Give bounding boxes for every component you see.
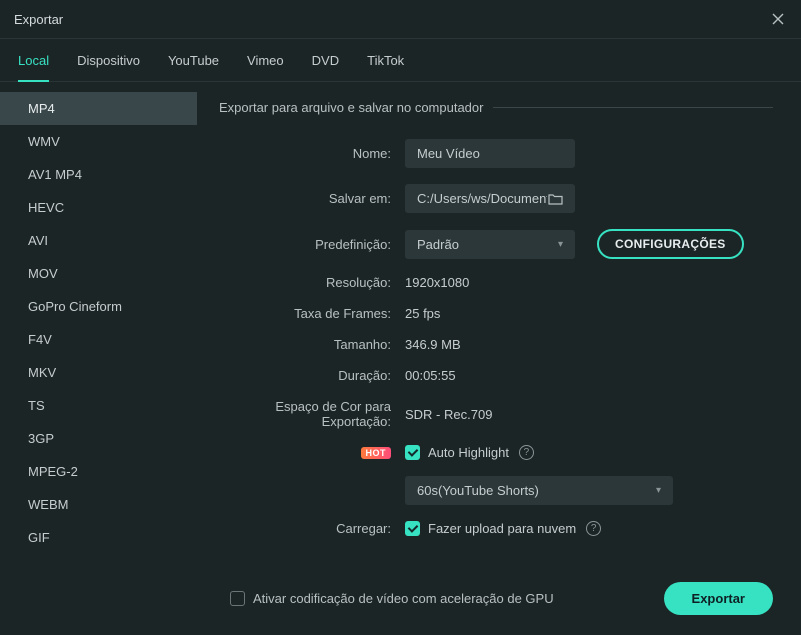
upload-label: Carregar: [219,521,405,536]
fps-value: 25 fps [405,306,440,321]
auto-highlight-select[interactable]: 60s(YouTube Shorts) ▾ [405,476,673,505]
format-item-gif[interactable]: GIF [0,521,197,554]
format-item-avi[interactable]: AVI [0,224,197,257]
format-item-mov[interactable]: MOV [0,257,197,290]
preset-select[interactable]: Padrão ▾ [405,230,575,259]
row-auto-highlight: HOT Auto Highlight ? [219,445,773,460]
upload-checkbox[interactable] [405,521,420,536]
gpu-toggle-row[interactable]: Ativar codificação de vídeo com aceleraç… [230,591,554,606]
save-label: Salvar em: [219,191,405,206]
format-item-mp3[interactable]: MP3 [0,554,197,566]
save-path-input[interactable]: C:/Users/ws/Documents [405,184,575,213]
auto-highlight-label: Auto Highlight [428,445,509,460]
gpu-label: Ativar codificação de vídeo com aceleraç… [253,591,554,606]
format-item-av1mp4[interactable]: AV1 MP4 [0,158,197,191]
close-icon[interactable] [769,10,787,28]
resolution-value: 1920x1080 [405,275,469,290]
duration-value: 00:05:55 [405,368,456,383]
gpu-checkbox[interactable] [230,591,245,606]
save-path-value: C:/Users/ws/Documents [417,191,547,206]
chevron-down-icon: ▾ [656,485,661,496]
format-item-mp4[interactable]: MP4 [0,92,197,125]
format-sidebar: MP4 WMV AV1 MP4 HEVC AVI MOV GoPro Cinef… [0,82,197,566]
footer: Ativar codificação de vídeo com aceleraç… [0,566,801,635]
row-save: Salvar em: C:/Users/ws/Documents [219,184,773,213]
row-duration: Duração: 00:05:55 [219,368,773,383]
row-auto-highlight-option: 60s(YouTube Shorts) ▾ [219,476,773,505]
chevron-down-icon: ▾ [558,239,563,250]
tab-tiktok[interactable]: TikTok [367,53,404,81]
dialog-body: MP4 WMV AV1 MP4 HEVC AVI MOV GoPro Cinef… [0,82,801,566]
titlebar: Exportar [0,0,801,39]
tabs: Local Dispositivo YouTube Vimeo DVD TikT… [0,39,801,82]
tab-dispositivo[interactable]: Dispositivo [77,53,140,81]
name-input[interactable]: Meu Vídeo [405,139,575,168]
format-item-hevc[interactable]: HEVC [0,191,197,224]
size-value: 346.9 MB [405,337,461,352]
help-icon[interactable]: ? [586,521,601,536]
format-item-webm[interactable]: WEBM [0,488,197,521]
row-name: Nome: Meu Vídeo [219,139,773,168]
export-dialog: Exportar Local Dispositivo YouTube Vimeo… [0,0,801,635]
row-upload: Carregar: Fazer upload para nuvem ? [219,521,773,536]
help-icon[interactable]: ? [519,445,534,460]
fps-label: Taxa de Frames: [219,306,405,321]
folder-icon[interactable] [548,193,563,205]
colorspace-value: SDR - Rec.709 [405,407,492,422]
preset-label: Predefinição: [219,237,405,252]
divider [493,107,773,108]
auto-highlight-option-value: 60s(YouTube Shorts) [417,483,539,498]
section-header: Exportar para arquivo e salvar no comput… [219,100,773,115]
format-item-ts[interactable]: TS [0,389,197,422]
main-panel: Exportar para arquivo e salvar no comput… [197,82,801,566]
format-item-wmv[interactable]: WMV [0,125,197,158]
format-item-mpeg2[interactable]: MPEG-2 [0,455,197,488]
row-preset: Predefinição: Padrão ▾ CONFIGURAÇÕES [219,229,773,259]
settings-button[interactable]: CONFIGURAÇÕES [597,229,744,259]
resolution-label: Resolução: [219,275,405,290]
upload-text: Fazer upload para nuvem [428,521,576,536]
section-title: Exportar para arquivo e salvar no comput… [219,100,483,115]
duration-label: Duração: [219,368,405,383]
tab-vimeo[interactable]: Vimeo [247,53,284,81]
size-label: Tamanho: [219,337,405,352]
tab-dvd[interactable]: DVD [312,53,339,81]
format-item-3gp[interactable]: 3GP [0,422,197,455]
hot-badge: HOT [361,447,392,459]
tab-youtube[interactable]: YouTube [168,53,219,81]
export-button[interactable]: Exportar [664,582,773,615]
preset-value: Padrão [417,237,459,252]
row-resolution: Resolução: 1920x1080 [219,275,773,290]
colorspace-label: Espaço de Cor para Exportação: [219,399,405,429]
row-colorspace: Espaço de Cor para Exportação: SDR - Rec… [219,399,773,429]
auto-highlight-checkbox[interactable] [405,445,420,460]
name-label: Nome: [219,146,405,161]
format-item-f4v[interactable]: F4V [0,323,197,356]
window-title: Exportar [14,12,63,27]
format-item-gopro[interactable]: GoPro Cineform [0,290,197,323]
format-item-mkv[interactable]: MKV [0,356,197,389]
row-fps: Taxa de Frames: 25 fps [219,306,773,321]
row-size: Tamanho: 346.9 MB [219,337,773,352]
tab-local[interactable]: Local [18,53,49,82]
